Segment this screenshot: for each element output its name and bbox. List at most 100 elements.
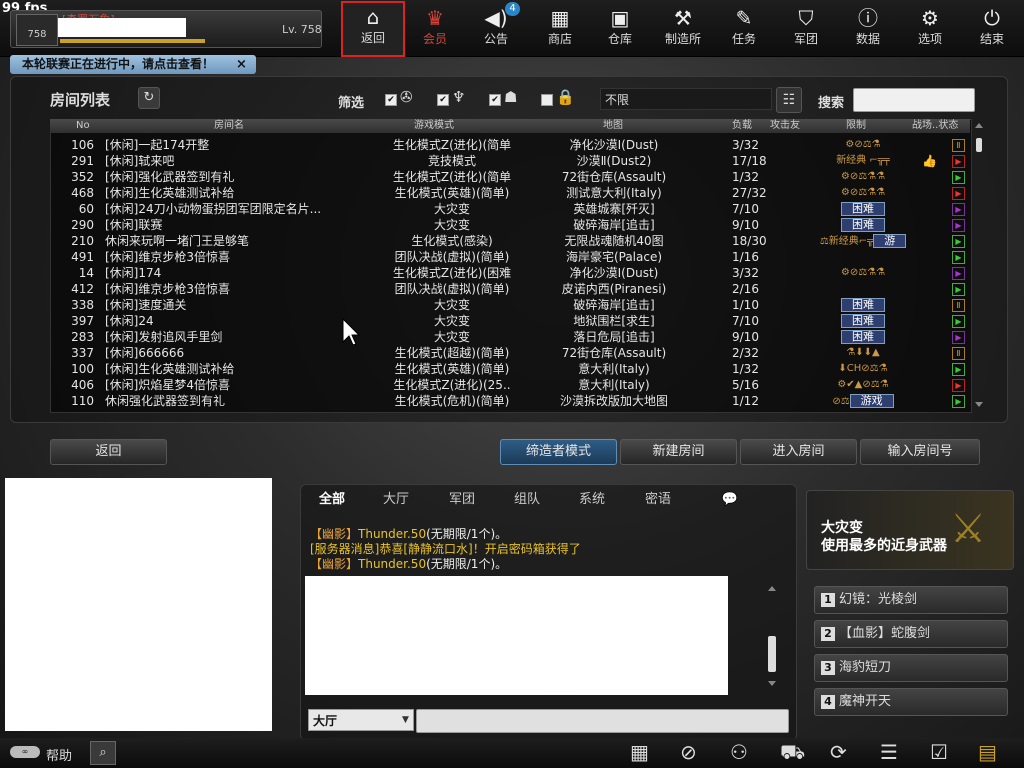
room-row[interactable]: 491 [休闲]维京步枪3倍惊喜 团队决战(虚拟)(简单) 海岸豪宅(Palace) 1…	[50, 249, 970, 265]
chat-bubble-icon[interactable]: 💬	[700, 488, 760, 512]
room-number: 352	[71, 170, 94, 184]
scroll-thumb[interactable]	[976, 138, 982, 152]
room-row[interactable]: 210 休闲来玩啊一堵门王是够笔 生化模式(感染) 无限战魂随机40图 18/30 ⚖新经…	[50, 233, 970, 249]
filter-checkbox-players[interactable]: ✔	[489, 94, 501, 106]
chat-scrollbar[interactable]	[766, 584, 778, 688]
room-limit: ⚖新经典⌐╦ 游	[818, 233, 908, 250]
nav-member[interactable]: ♛ 会员	[405, 4, 465, 52]
room-row[interactable]: 291 [休闲]轼来吧 竞技模式 沙漠Ⅱ(Dust2) 17/18 新经典 ⌐╦╤ 👍 ▶	[50, 153, 970, 169]
runner-icon[interactable]: ⚇	[730, 740, 748, 764]
room-row[interactable]: 110 休闲强化武器签到有礼 生化模式(危机)(简单) 沙漠拆改版加大地图 1/12 ⊘⚖…	[50, 393, 970, 409]
new-room-button[interactable]: 新建房间	[620, 439, 737, 465]
room-row[interactable]: 290 [休闲]联赛 大灾变 破碎海岸[追击] 9/10 困难 ▶	[50, 217, 970, 233]
compass-icon[interactable]: ⊘	[680, 740, 697, 764]
filter-settings-icon[interactable]: ☷	[776, 87, 802, 113]
rank-badge: 758	[16, 14, 58, 46]
nav-back[interactable]: ⌂ 返回	[341, 1, 405, 57]
col-status[interactable]: 战场..状态	[912, 119, 958, 133]
chat-tab-all[interactable]: 全部	[302, 488, 362, 512]
room-limit: ⚙⊘⚖⚗⚗	[840, 171, 886, 182]
help-toggle-icon[interactable]: ∞	[10, 746, 40, 758]
room-row[interactable]: 406 [休闲]炽焰星梦4倍惊喜 生化模式Z(进化)(25.. 意大利(Italy) 5…	[50, 377, 970, 393]
weapon-rank-item[interactable]: 4 魔神开天	[814, 688, 1008, 716]
scroll-thumb[interactable]	[768, 636, 776, 672]
room-row[interactable]: 283 [休闲]发射追风手里剑 大灾变 落日危局[追击] 9/10 困难 ▶	[50, 329, 970, 345]
back-button[interactable]: 返回	[50, 439, 167, 465]
col-mode[interactable]: 游戏模式	[414, 119, 454, 133]
room-row[interactable]: 337 [休闲]666666 生化模式(超越)(简单) 72街仓库(Assault) 2…	[50, 345, 970, 361]
room-list-title: 房间列表	[50, 91, 111, 109]
col-friendly-fire[interactable]: 攻击友	[770, 119, 800, 133]
col-name[interactable]: 房间名	[214, 119, 244, 133]
chat-tab-system[interactable]: 系统	[562, 488, 622, 512]
scroll-down-icon[interactable]	[975, 402, 983, 407]
chat-input[interactable]	[416, 709, 789, 733]
checklist-icon[interactable]: ☰	[880, 740, 898, 764]
filter-checkbox-zombie[interactable]: ✔	[437, 94, 449, 106]
col-no[interactable]: No	[76, 119, 90, 133]
room-row[interactable]: 412 [休闲]维京步枪3倍惊喜 团队决战(虚拟)(简单) 皮诺内西(Piranesi…	[50, 281, 970, 297]
scroll-up-icon[interactable]	[975, 123, 983, 128]
film-icon[interactable]: ▤	[978, 740, 997, 764]
calendar-icon[interactable]: ▦	[630, 740, 649, 764]
chat-channel-select[interactable]: 大厅	[308, 709, 414, 731]
nav-exit[interactable]: ⏻ 结束	[962, 4, 1022, 52]
creator-mode-button[interactable]: 缔造者模式	[500, 439, 617, 465]
nav-workshop[interactable]: ⚒ 制造所	[653, 4, 713, 52]
weapon-rank-item[interactable]: 1 幻镜：光棱剑	[814, 586, 1008, 614]
nav-label: 数据	[855, 32, 880, 46]
play-icon: ▶	[952, 251, 965, 264]
sync-icon[interactable]: ⟳	[830, 740, 847, 764]
difficulty-tag: 困难	[841, 330, 885, 344]
room-load: 1/10	[732, 298, 759, 312]
mouse-cursor	[342, 318, 360, 346]
room-row[interactable]: 106 [休闲]一起174开整 生化模式Z(进化)(简单 净化沙漠Ⅰ(Dust) 3/3…	[50, 137, 970, 153]
room-row[interactable]: 338 [休闲]速度通关 大灾变 破碎海岸[追击] 1/10 困难 Ⅱ	[50, 297, 970, 313]
col-load[interactable]: 负载	[732, 119, 752, 133]
close-icon[interactable]: ×	[236, 55, 247, 74]
league-notice[interactable]: 本轮联赛正在进行中，请点击查看！	[10, 55, 256, 74]
help-label[interactable]: 帮助	[46, 745, 72, 764]
scroll-up-icon[interactable]	[768, 586, 776, 591]
room-number: 60	[78, 202, 94, 216]
room-row[interactable]: 468 [休闲]生化英雄测试补给 生化模式(英雄)(简单) 测试意大利(Italy) 2…	[50, 185, 970, 201]
chat-tab-whisper[interactable]: 密语	[628, 488, 688, 512]
refresh-icon[interactable]: ↻	[138, 87, 160, 109]
room-row[interactable]: 352 [休闲]强化武器签到有礼 生化模式Z(进化)(简单 72街仓库(Assault…	[50, 169, 970, 185]
filter-checkbox-soldier[interactable]: ✔	[385, 94, 397, 106]
chat-tab-lobby[interactable]: 大厅	[366, 488, 426, 512]
search-input[interactable]	[853, 88, 975, 112]
room-row[interactable]: 397 [休闲]24 大灾变 地狱围栏[求生] 7/10 困难 ▶	[50, 313, 970, 329]
enter-room-button[interactable]: 进入房间	[740, 439, 857, 465]
room-scrollbar[interactable]	[974, 122, 984, 408]
room-row[interactable]: 100 [休闲]生化英雄测试补给 生化模式(英雄)(简单) 意大利(Italy) 1/3…	[50, 361, 970, 377]
room-row[interactable]: 14 [休闲]174 生化模式Z(进化)(困难 净化沙漠Ⅰ(Dust) 3/32 ⚙⊘⚖⚗…	[50, 265, 970, 281]
nav-storage[interactable]: ▣ 仓库	[590, 4, 650, 52]
room-limit: 困难	[818, 313, 908, 330]
chat-tab-team[interactable]: 组队	[497, 488, 557, 512]
room-number: 283	[71, 330, 94, 344]
player-level: Lv. 758	[282, 23, 322, 36]
room-row[interactable]: 60 [休闲]24刀小动物蛋拐团军团限定名片... 大灾变 英雄城寨[歼灭] 7/10 困…	[50, 201, 970, 217]
magnifier-icon[interactable]: ⌕	[90, 741, 116, 765]
cart-icon[interactable]: ⛟	[780, 740, 805, 767]
nav-legion[interactable]: ⛉ 军团	[776, 4, 836, 52]
weapon-rank-item[interactable]: 3 海豹短刀	[814, 654, 1008, 682]
weapon-rank-item[interactable]: 2 【血影】蛇腹剑	[814, 620, 1008, 648]
daily-check-icon[interactable]: ☑	[930, 740, 948, 764]
lock-icon: 🔒	[556, 88, 575, 106]
scroll-down-icon[interactable]	[768, 681, 776, 686]
room-number: 337	[71, 346, 94, 360]
col-map[interactable]: 地图	[603, 119, 623, 133]
filter-select[interactable]: 不限	[600, 88, 772, 110]
filter-checkbox-locked[interactable]	[541, 94, 553, 106]
nav-data[interactable]: ⓘ 数据	[838, 4, 898, 52]
nav-shop[interactable]: ▦ 商店	[530, 4, 590, 52]
nav-missions[interactable]: ✎ 任务	[714, 4, 774, 52]
input-room-number-button[interactable]: 输入房间号	[860, 439, 980, 465]
chat-tab-legion[interactable]: 军团	[432, 488, 492, 512]
redacted-panel-left	[5, 478, 272, 731]
nav-options[interactable]: ⚙ 选项	[900, 4, 960, 52]
room-mode: 生化模式Z(进化)(25..	[393, 378, 511, 392]
col-limit[interactable]: 限制	[846, 119, 866, 133]
